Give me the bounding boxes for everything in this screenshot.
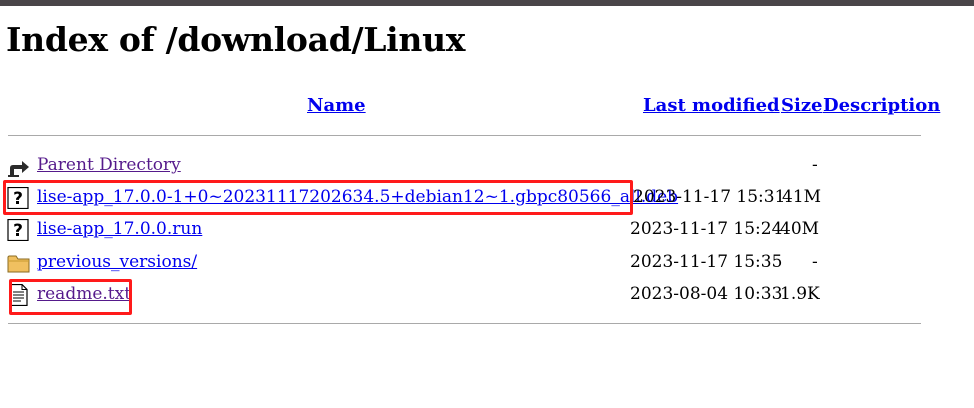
folder-icon [7, 255, 30, 273]
file-size: 41M [782, 187, 822, 207]
file-size: - [812, 155, 818, 175]
parent-directory-link[interactable]: Parent Directory [37, 155, 181, 175]
unknown-file-icon: ? [7, 187, 29, 209]
readme-link[interactable]: readme.txt [37, 284, 131, 304]
list-item-parent-directory: Parent Directory - [0, 152, 974, 180]
file-size: 40M [780, 219, 820, 239]
column-header-size[interactable]: Size [781, 95, 823, 116]
list-item-run-installer: ? lise-app_17.0.0.run 2023-11-17 15:24 4… [0, 216, 974, 244]
run-installer-link[interactable]: lise-app_17.0.0.run [37, 219, 202, 239]
list-item-readme: readme.txt 2023-08-04 10:33 1.9K [0, 281, 974, 309]
column-header-name[interactable]: Name [307, 95, 366, 116]
deb-package-link[interactable]: lise-app_17.0.0-1+0~20231117202634.5+deb… [37, 187, 678, 207]
file-size: 1.9K [780, 284, 820, 304]
text-file-icon [9, 284, 28, 306]
svg-text:?: ? [13, 221, 23, 241]
column-header-description[interactable]: Description [823, 95, 940, 116]
parent-directory-icon [8, 161, 29, 177]
unknown-file-icon: ? [7, 219, 29, 241]
previous-versions-link[interactable]: previous_versions/ [37, 252, 197, 272]
last-modified: 2023-11-17 15:31 [633, 187, 786, 207]
last-modified: 2023-08-04 10:33 [630, 284, 783, 304]
footer-divider [8, 323, 921, 324]
header-divider [8, 135, 921, 136]
last-modified: 2023-11-17 15:35 [630, 252, 783, 272]
column-header-last-modified[interactable]: Last modified [643, 95, 780, 116]
list-item-previous-versions: previous_versions/ 2023-11-17 15:35 - [0, 249, 974, 277]
file-size: - [812, 252, 818, 272]
last-modified: 2023-11-17 15:24 [630, 219, 783, 239]
svg-text:?: ? [13, 189, 23, 209]
window-top-bar [0, 0, 974, 6]
list-item-deb-package: ? lise-app_17.0.0-1+0~20231117202634.5+d… [0, 184, 974, 212]
page-title: Index of /download/Linux [6, 20, 466, 59]
